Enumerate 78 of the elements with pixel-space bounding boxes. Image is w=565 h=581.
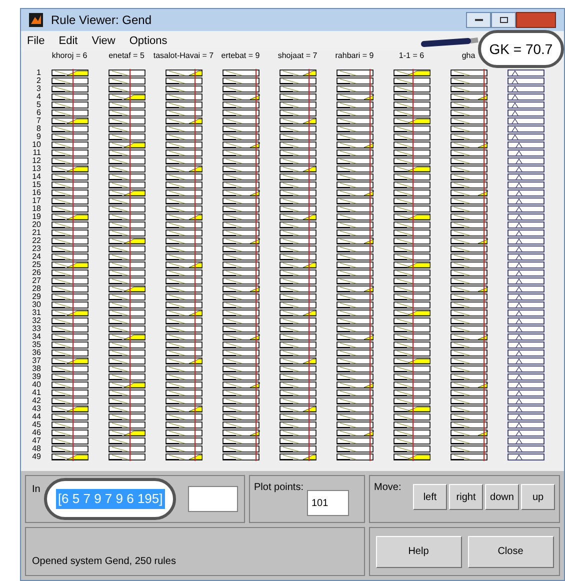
rule-number: 38 — [31, 365, 41, 373]
rule-number: 49 — [31, 453, 41, 461]
input-variable-label: 1-1 = 6 — [398, 51, 424, 62]
push-button[interactable]: Help — [376, 536, 462, 568]
push-button[interactable]: Close — [468, 536, 554, 568]
rule-number: 19 — [31, 213, 41, 221]
rule-number: 25 — [31, 261, 41, 269]
minimize-button[interactable] — [466, 12, 491, 28]
rule-number: 42 — [31, 397, 41, 405]
rule-number: 21 — [31, 229, 41, 237]
rule-number: 5 — [36, 101, 41, 109]
input-variable-label: ertebat = 9 — [221, 51, 260, 62]
rule-number: 41 — [31, 389, 41, 397]
rule-number: 32 — [31, 317, 41, 325]
rule-number: 27 — [31, 277, 41, 285]
input-variable-label: rahbari = 9 — [335, 51, 374, 62]
input-variable-label: khoroj = 6 — [52, 51, 88, 62]
rule-number: 45 — [31, 421, 41, 429]
input-variable-label: enetaf = 5 — [108, 51, 144, 62]
rule-number: 46 — [31, 429, 41, 437]
output-variable-label: GK = 70.7 — [489, 40, 553, 58]
rule-number: 20 — [31, 221, 41, 229]
rule-number: 35 — [31, 341, 41, 349]
rule-number: 7 — [36, 117, 41, 125]
push-button[interactable]: up — [521, 484, 555, 510]
rule-number: 43 — [31, 405, 41, 413]
rule-number: 16 — [31, 189, 41, 197]
input-variable-label: shojaat = 7 — [278, 51, 318, 62]
rule-number: 22 — [31, 237, 41, 245]
rule-number: 17 — [31, 197, 41, 205]
rule-number: 12 — [31, 157, 41, 165]
rule-number: 24 — [31, 253, 41, 261]
rule-number: 28 — [31, 285, 41, 293]
push-button[interactable]: left — [413, 484, 447, 510]
plot-points-label: Plot points: — [254, 481, 304, 495]
rule-number: 14 — [31, 173, 41, 181]
rule-number: 31 — [31, 309, 41, 317]
maximize-button[interactable] — [491, 12, 516, 28]
window-title: Rule Viewer: Gend — [51, 12, 152, 29]
input-label: In — [32, 483, 40, 497]
app-logo-icon — [29, 13, 43, 27]
rule-number: 40 — [31, 381, 41, 389]
input-variable-label: tasalot-Havai = 7 — [153, 51, 214, 62]
input-field[interactable] — [188, 486, 238, 512]
rule-number: 26 — [31, 269, 41, 277]
rule-number: 36 — [31, 349, 41, 357]
rule-number: 8 — [36, 125, 41, 133]
rule-number: 48 — [31, 445, 41, 453]
rule-number: 11 — [32, 149, 41, 157]
rule-number: 10 — [31, 141, 41, 149]
rule-number: 34 — [31, 333, 41, 341]
menu-item[interactable]: Options — [129, 32, 168, 50]
status-text: Opened system Gend, 250 rules — [32, 555, 176, 569]
plot-points-field[interactable]: 101 — [307, 490, 350, 516]
push-button[interactable]: down — [485, 484, 519, 510]
rule-number: 47 — [31, 437, 41, 445]
input-variable-label: gha — [462, 51, 476, 62]
rule-number: 37 — [31, 357, 41, 365]
menu-item[interactable]: Edit — [58, 32, 78, 50]
push-button[interactable]: right — [449, 484, 483, 510]
rule-number: 18 — [31, 205, 41, 213]
rule-number: 6 — [36, 109, 41, 117]
rule-number: 9 — [36, 133, 41, 141]
rule-number: 44 — [31, 413, 41, 421]
rule-number: 30 — [31, 301, 41, 309]
rule-number: 23 — [31, 245, 41, 253]
menu-item[interactable]: View — [92, 32, 116, 50]
rule-number: 39 — [31, 373, 41, 381]
rule-number: 13 — [31, 165, 41, 173]
rule-number: 4 — [36, 93, 41, 101]
rule-number: 29 — [31, 293, 41, 301]
move-label: Move: — [374, 481, 402, 495]
rule-number: 15 — [31, 181, 41, 189]
rule-number: 3 — [36, 85, 41, 93]
menu-item[interactable]: File — [27, 32, 45, 50]
rule-number: 2 — [36, 77, 41, 85]
rule-number: 33 — [31, 325, 41, 333]
rule-number: 1 — [36, 69, 41, 77]
